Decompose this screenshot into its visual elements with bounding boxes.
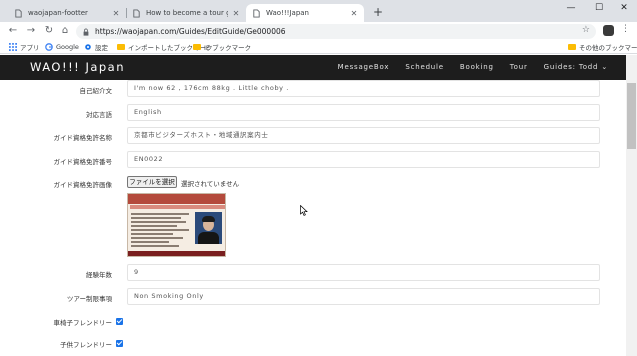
- card-header: [128, 194, 225, 204]
- child-label: 子供フレンドリー: [60, 341, 112, 349]
- page-scrollbar-thumb[interactable]: [627, 83, 636, 149]
- card-subheader: [130, 205, 225, 209]
- close-tab-icon[interactable]: ✕: [112, 9, 120, 18]
- reload-icon[interactable]: ↻: [42, 24, 56, 38]
- close-tab-icon[interactable]: ✕: [232, 9, 240, 18]
- forward-icon[interactable]: →: [24, 24, 38, 38]
- browser-toolbar: ← → ↻ ⌂ https://waojapan.com/Guides/Edit…: [0, 22, 637, 40]
- page-icon: [132, 8, 141, 18]
- lock-icon: [83, 28, 89, 36]
- bookmark-other[interactable]: その他のブックマーク: [568, 42, 637, 52]
- license-name-field[interactable]: 京都市ビジターズホスト・地域通訳案内士: [127, 127, 600, 144]
- new-tab-icon[interactable]: +: [370, 4, 386, 20]
- nav-guides-dropdown[interactable]: Guides: Todd ⌄: [544, 63, 608, 71]
- tab-title: Wao!!!Japan: [266, 9, 309, 17]
- bookmark-google[interactable]: Google: [45, 42, 79, 52]
- tab-strip: waojapan-footter ✕ How to become a tour …: [0, 0, 637, 22]
- browser-window: waojapan-footter ✕ How to become a tour …: [0, 0, 637, 356]
- home-icon[interactable]: ⌂: [58, 24, 72, 38]
- url-text: https://waojapan.com/Guides/EditGuide/Ge…: [95, 27, 286, 36]
- license-name-label: ガイド資格免許名称: [53, 134, 113, 142]
- browser-menu-icon[interactable]: ⋮: [621, 24, 630, 34]
- close-tab-icon[interactable]: ✕: [350, 9, 358, 18]
- card-text-line: [131, 233, 173, 235]
- bookmark-label: その他のブックマーク: [579, 44, 637, 52]
- bookmark-apps[interactable]: アプリ: [9, 42, 40, 52]
- site-nav-links: MessageBox Schedule Booking Tour Guides:…: [322, 63, 608, 71]
- extension-icon[interactable]: [603, 25, 614, 36]
- maximize-icon[interactable]: ☐: [587, 0, 611, 16]
- site-brand[interactable]: WAO!!! Japan: [30, 60, 125, 74]
- license-image-label: ガイド資格免許画像: [53, 181, 113, 189]
- close-window-icon[interactable]: ✕: [612, 0, 636, 16]
- language-label: 対応言語: [86, 111, 112, 119]
- bookmark-label: 設定: [95, 44, 108, 52]
- tab-title: How to become a tour guide of: [146, 9, 228, 17]
- card-text-line: [131, 221, 186, 223]
- wheelchair-label: 車椅子フレンドリー: [53, 319, 113, 327]
- back-icon[interactable]: ←: [6, 24, 20, 38]
- nav-messagebox[interactable]: MessageBox: [338, 63, 390, 71]
- google-icon: [45, 43, 53, 51]
- tab-how-to-become-guide[interactable]: How to become a tour guide of ✕: [126, 4, 246, 22]
- nav-tour[interactable]: Tour: [510, 63, 528, 71]
- card-text-line: [131, 241, 169, 243]
- bookmark-label: アプリ: [20, 44, 40, 52]
- card-text-line: [131, 225, 177, 227]
- apps-grid-icon: [9, 43, 17, 51]
- license-number-field[interactable]: EN0022: [127, 151, 600, 168]
- card-text-line: [131, 213, 189, 215]
- bookmark-label: IE ブックマーク: [204, 44, 252, 52]
- bookmark-label: Google: [56, 43, 79, 51]
- card-footer-strip: [128, 251, 225, 256]
- language-field[interactable]: English: [127, 104, 600, 121]
- wheelchair-checkbox[interactable]: [116, 318, 123, 325]
- address-bar[interactable]: https://waojapan.com/Guides/EditGuide/Ge…: [76, 24, 596, 39]
- bookmark-settings[interactable]: 設定: [84, 42, 108, 52]
- license-card-image: [127, 193, 226, 257]
- card-text-line: [131, 245, 179, 247]
- restrictions-field[interactable]: Non Smoking Only: [127, 288, 600, 305]
- intro-field[interactable]: I'm now 62 , 176cm 88kg . Little choby .: [127, 80, 600, 97]
- card-portrait: [195, 212, 222, 244]
- gear-icon: [84, 43, 92, 51]
- experience-field[interactable]: 9: [127, 264, 600, 281]
- tab-waojapan-footter[interactable]: waojapan-footter ✕: [8, 4, 126, 22]
- folder-icon: [117, 43, 125, 51]
- card-text-line: [131, 217, 181, 219]
- tab-waojapan-active[interactable]: Wao!!!Japan ✕: [246, 4, 364, 22]
- experience-label: 経験年数: [86, 271, 112, 279]
- minimize-icon[interactable]: —: [559, 0, 583, 16]
- card-text-line: [131, 237, 183, 239]
- site-navbar: WAO!!! Japan MessageBox Schedule Booking…: [0, 55, 626, 80]
- folder-icon: [568, 43, 576, 51]
- child-checkbox[interactable]: [116, 340, 123, 347]
- file-status-text: 選択されていません: [181, 180, 240, 188]
- license-number-label: ガイド資格免許番号: [53, 158, 113, 166]
- nav-schedule[interactable]: Schedule: [405, 63, 444, 71]
- choose-file-button[interactable]: ファイルを選択: [127, 176, 177, 188]
- page-icon: [14, 8, 23, 18]
- bookmark-star-icon[interactable]: ☆: [582, 25, 590, 35]
- tab-title: waojapan-footter: [28, 9, 88, 17]
- intro-label: 自己紹介文: [79, 87, 113, 95]
- nav-booking[interactable]: Booking: [460, 63, 494, 71]
- restrictions-label: ツアー制限事項: [66, 295, 112, 303]
- bookmarks-bar: アプリ Google 設定 インポートしたブックマーク IE ブックマーク その…: [0, 40, 637, 54]
- card-text-line: [131, 229, 189, 231]
- page-icon: [252, 8, 261, 18]
- folder-icon: [193, 43, 201, 51]
- mouse-cursor-icon: [300, 205, 308, 216]
- bookmark-ie[interactable]: IE ブックマーク: [193, 42, 251, 52]
